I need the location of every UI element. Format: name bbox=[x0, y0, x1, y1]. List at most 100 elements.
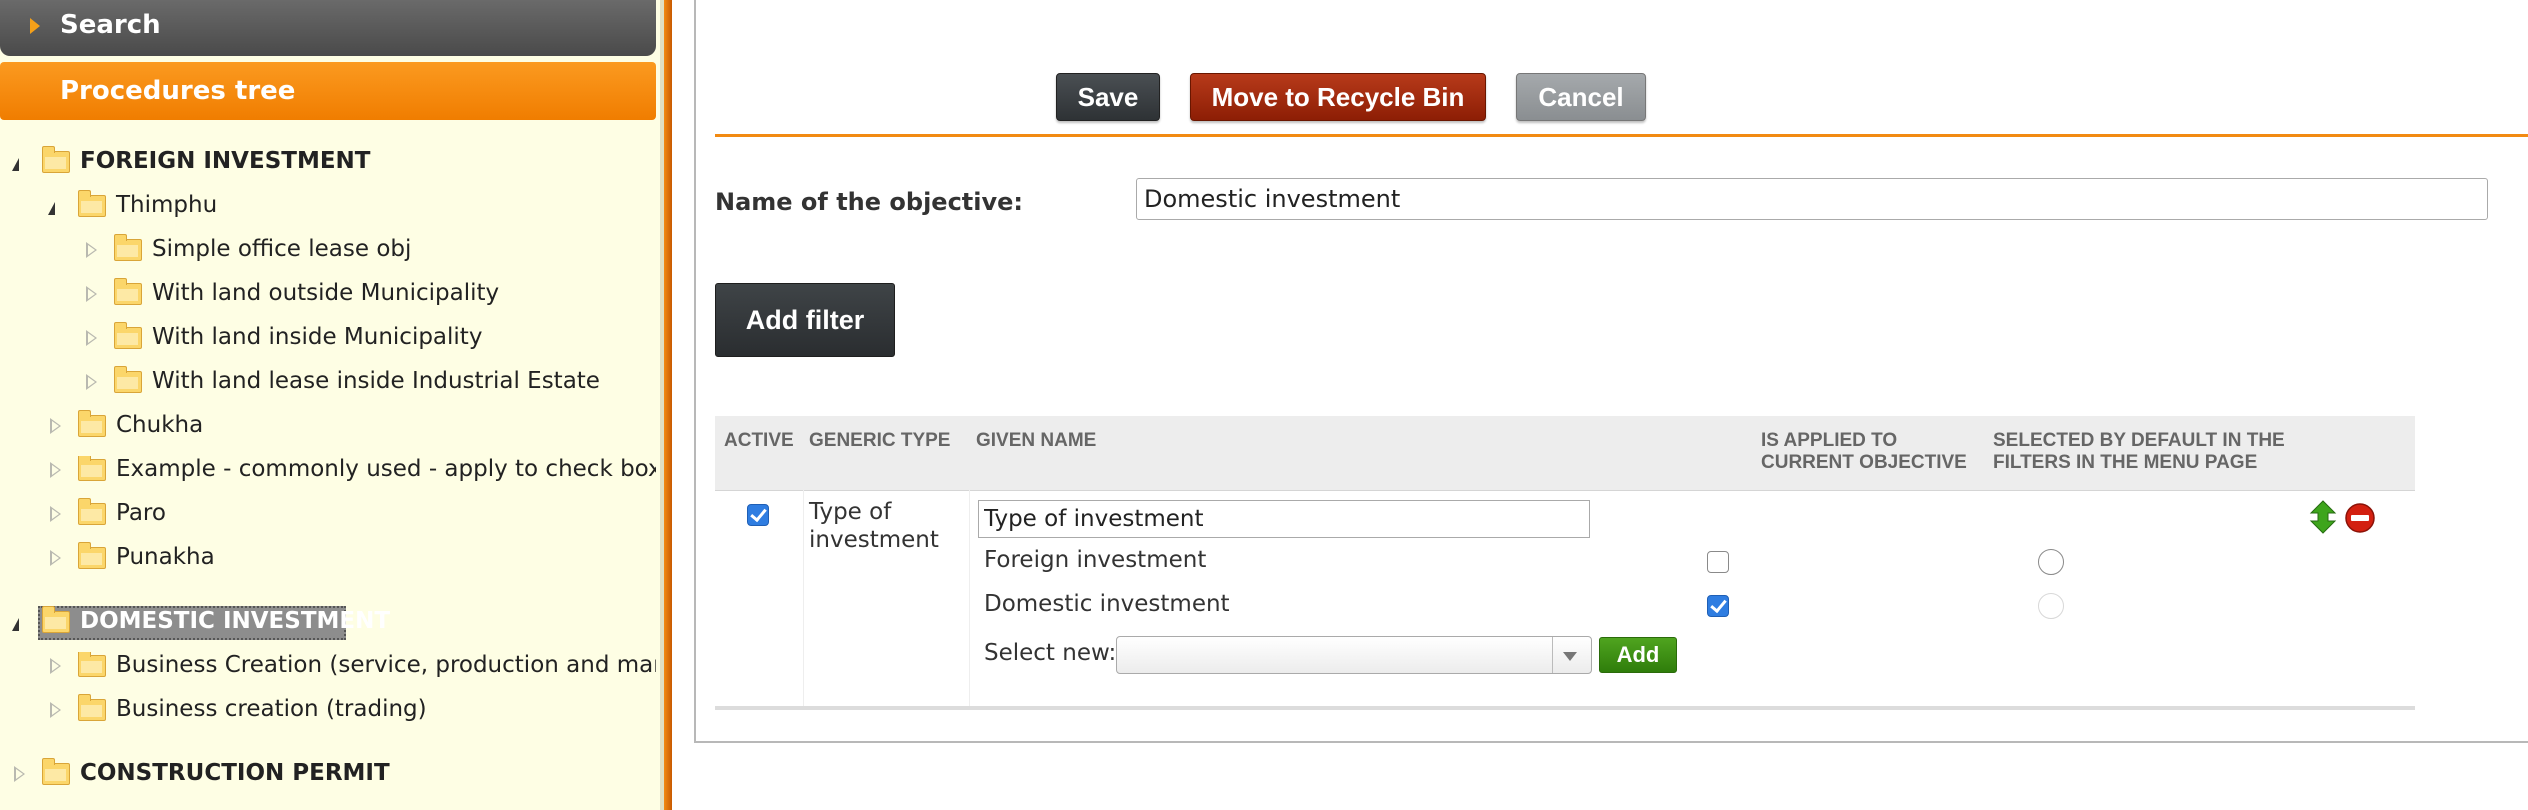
procedures-tree-title: Procedures tree bbox=[60, 76, 296, 106]
collapsed-arrow-icon[interactable] bbox=[14, 766, 25, 782]
folder-icon bbox=[78, 190, 106, 217]
collapsed-arrow-icon[interactable] bbox=[86, 330, 97, 346]
tree-node-business-creation-service[interactable]: Business Creation (service, production a… bbox=[0, 652, 656, 686]
folder-icon bbox=[114, 366, 142, 393]
header-default-line2: FILTERS IN THE MENU PAGE bbox=[1993, 452, 2258, 473]
tree-node-land-outside-municipality[interactable]: With land outside Municipality bbox=[0, 278, 656, 314]
chevron-down-icon[interactable] bbox=[1563, 652, 1577, 661]
top-tab-gap bbox=[1555, 0, 1710, 4]
applied-checkbox-domestic[interactable] bbox=[1707, 595, 1729, 617]
tree-node-chukha[interactable]: Chukha bbox=[0, 410, 656, 446]
folder-icon bbox=[78, 410, 106, 437]
search-section-header[interactable]: Search bbox=[0, 0, 656, 56]
folder-icon bbox=[78, 498, 106, 525]
active-checkbox[interactable] bbox=[747, 504, 769, 526]
column-divider bbox=[969, 490, 970, 708]
tree-node-land-lease-industrial[interactable]: With land lease inside Industrial Estate bbox=[0, 366, 656, 402]
table-bottom-border bbox=[715, 706, 2415, 710]
tree-node-label: With land inside Municipality bbox=[152, 324, 483, 350]
dropdown-divider bbox=[1552, 637, 1553, 673]
collapsed-arrow-icon[interactable] bbox=[50, 462, 61, 478]
option-label-domestic: Domestic investment bbox=[984, 591, 1230, 617]
option-label-foreign: Foreign investment bbox=[984, 547, 1207, 573]
tree-node-label: Business Creation (service, production a… bbox=[116, 652, 656, 678]
save-button[interactable]: Save bbox=[1056, 73, 1160, 121]
panel-splitter[interactable] bbox=[664, 0, 672, 810]
tree-node-label: Business creation (trading) bbox=[116, 696, 427, 722]
folder-icon bbox=[42, 146, 70, 173]
move-up-down-icon[interactable] bbox=[2307, 500, 2339, 534]
tree-node-label: Chukha bbox=[116, 412, 204, 438]
tree-node-label: With land lease inside Industrial Estate bbox=[152, 368, 600, 394]
tree-node-domestic-investment[interactable]: DOMESTIC INVESTMENT bbox=[0, 606, 656, 642]
collapsed-arrow-icon[interactable] bbox=[50, 506, 61, 522]
collapsed-arrow-icon[interactable] bbox=[86, 242, 97, 258]
generic-type-line2: investment bbox=[809, 527, 939, 553]
folder-icon bbox=[78, 456, 106, 481]
applied-checkbox-foreign[interactable] bbox=[1707, 551, 1729, 573]
folder-icon bbox=[114, 234, 142, 261]
objective-name-input[interactable] bbox=[1136, 178, 2488, 220]
collapsed-arrow-icon[interactable] bbox=[50, 702, 61, 718]
collapsed-arrow-icon[interactable] bbox=[50, 418, 61, 434]
tree-node-business-creation-trading[interactable]: Business creation (trading) bbox=[0, 694, 656, 730]
table-header-row: ACTIVE GENERIC TYPE GIVEN NAME IS APPLIE… bbox=[715, 416, 2415, 491]
collapsed-arrow-icon[interactable] bbox=[86, 374, 97, 390]
given-name-input[interactable] bbox=[978, 500, 1590, 538]
column-divider bbox=[803, 490, 804, 708]
expanded-arrow-icon[interactable] bbox=[12, 158, 19, 171]
folder-icon bbox=[78, 694, 106, 721]
tree-node-label: With land outside Municipality bbox=[152, 280, 500, 306]
add-filter-button[interactable]: Add filter bbox=[715, 283, 895, 357]
tree-node-label: CONSTRUCTION PERMIT bbox=[80, 760, 390, 786]
collapsed-arrow-icon[interactable] bbox=[50, 658, 61, 674]
folder-icon bbox=[42, 758, 70, 785]
tree-node-label: Simple office lease obj bbox=[152, 236, 412, 262]
tree-node-label: FOREIGN INVESTMENT bbox=[80, 148, 371, 174]
toolbar-divider bbox=[715, 134, 2528, 137]
tree-node-construction-permit[interactable]: CONSTRUCTION PERMIT bbox=[0, 758, 656, 794]
tree-node-punakha[interactable]: Punakha bbox=[0, 542, 656, 578]
header-applied-line1: IS APPLIED TO bbox=[1761, 430, 1898, 451]
tree-node-simple-office-lease[interactable]: Simple office lease obj bbox=[0, 234, 656, 270]
generic-type-line1: Type of bbox=[809, 499, 892, 525]
select-new-label: Select new: bbox=[984, 640, 1117, 666]
tree-node-label: DOMESTIC INVESTMENT bbox=[80, 608, 391, 634]
tree-node-label: Example - commonly used - apply to check… bbox=[116, 456, 656, 482]
expanded-arrow-icon[interactable] bbox=[48, 202, 55, 215]
expanded-arrow-icon[interactable] bbox=[12, 618, 19, 631]
objective-name-label: Name of the objective: bbox=[715, 188, 1024, 216]
cancel-button[interactable]: Cancel bbox=[1516, 73, 1646, 121]
folder-icon bbox=[42, 606, 70, 633]
tree-node-paro[interactable]: Paro bbox=[0, 498, 656, 534]
default-radio-domestic bbox=[2038, 593, 2064, 619]
header-default-line1: SELECTED BY DEFAULT IN THE bbox=[1993, 430, 2285, 451]
collapsed-arrow-icon[interactable] bbox=[50, 550, 61, 566]
tree-node-label: Paro bbox=[116, 500, 166, 526]
tree-node-foreign-investment[interactable]: FOREIGN INVESTMENT bbox=[0, 146, 656, 182]
tree-node-example[interactable]: Example - commonly used - apply to check… bbox=[0, 456, 656, 490]
default-radio-foreign[interactable] bbox=[2038, 549, 2064, 575]
remove-icon[interactable] bbox=[2344, 502, 2376, 534]
tree-node-label: Punakha bbox=[116, 544, 215, 570]
folder-icon bbox=[78, 542, 106, 569]
collapsed-arrow-icon[interactable] bbox=[86, 286, 97, 302]
header-applied-line2: CURRENT OBJECTIVE bbox=[1761, 452, 1967, 473]
search-label: Search bbox=[60, 10, 161, 40]
folder-icon bbox=[114, 278, 142, 305]
expand-arrow-icon bbox=[30, 18, 40, 34]
procedures-tree-header[interactable]: Procedures tree bbox=[0, 62, 656, 120]
tree-node-label: Thimphu bbox=[116, 192, 218, 218]
folder-icon bbox=[114, 322, 142, 349]
procedures-sidebar: Search Procedures tree FOREIGN INVESTMEN… bbox=[0, 0, 664, 810]
move-to-recycle-bin-button[interactable]: Move to Recycle Bin bbox=[1190, 73, 1486, 121]
folder-icon bbox=[78, 652, 106, 677]
tree-node-land-inside-municipality[interactable]: With land inside Municipality bbox=[0, 322, 656, 358]
header-active: ACTIVE bbox=[724, 430, 794, 451]
tree-node-thimphu[interactable]: Thimphu bbox=[0, 190, 656, 226]
header-given-name: GIVEN NAME bbox=[976, 430, 1097, 451]
filters-table: ACTIVE GENERIC TYPE GIVEN NAME IS APPLIE… bbox=[715, 416, 2415, 712]
header-generic-type: GENERIC TYPE bbox=[809, 430, 951, 451]
add-option-button[interactable]: Add bbox=[1599, 637, 1677, 673]
select-new-dropdown[interactable] bbox=[1116, 636, 1592, 674]
